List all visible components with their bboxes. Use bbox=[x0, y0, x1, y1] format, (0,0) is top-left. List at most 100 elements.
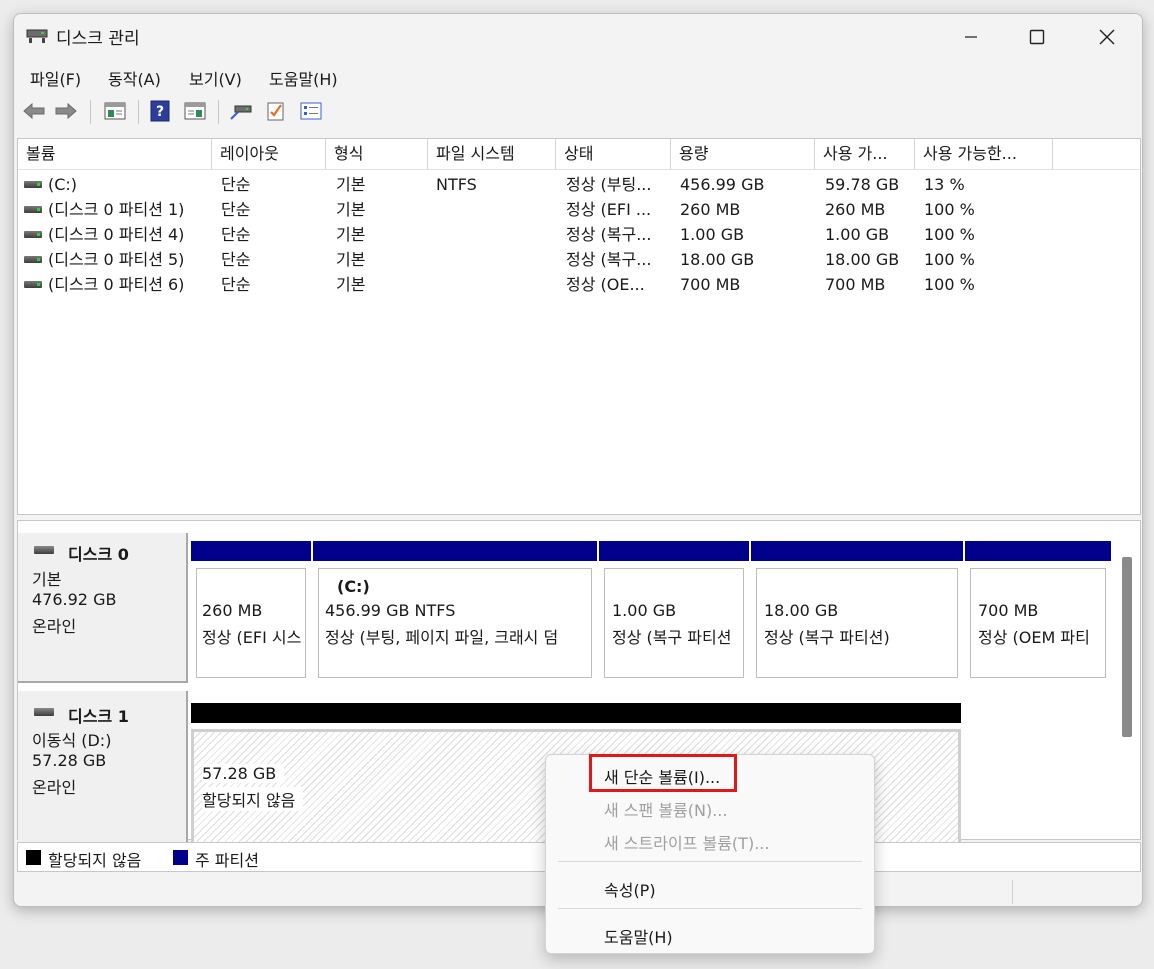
minimize-icon bbox=[965, 36, 977, 38]
menu-item-new-spanned-volume[interactable]: 새 스팬 볼륨(N)... bbox=[604, 797, 727, 821]
back-arrow-icon bbox=[23, 102, 45, 120]
column-header-type[interactable]: 형식 bbox=[326, 139, 428, 169]
partition-box: (C:) 456.99 GB NTFS 정상 (부팅, 페이지 파일, 크래시 … bbox=[318, 568, 592, 678]
list-header: 볼륨 레이아웃 형식 파일 시스템 상태 용량 사용 가... 사용 가능한..… bbox=[18, 139, 1140, 170]
partition-bar bbox=[751, 541, 963, 561]
legend-label-unallocated: 할당되지 않음 bbox=[48, 851, 142, 870]
disk-1-name: 디스크 1 bbox=[68, 707, 129, 726]
drive-icon bbox=[24, 231, 42, 238]
partition-box: 260 MB 정상 (EFI 시스 bbox=[196, 568, 306, 678]
connect-drive-button[interactable] bbox=[228, 98, 254, 124]
volume-name: (디스크 0 파티션 5) bbox=[48, 250, 185, 269]
context-menu: 새 단순 볼륨(I)... 새 스팬 볼륨(N)... 새 스트라이프 볼륨(T… bbox=[545, 754, 875, 954]
scrollbar-thumb[interactable] bbox=[1122, 557, 1132, 737]
partition-status: 정상 (복구 파티션 bbox=[612, 628, 732, 647]
column-header-free-space[interactable]: 사용 가... bbox=[815, 139, 915, 169]
check-button[interactable] bbox=[264, 98, 288, 124]
drive-icon bbox=[24, 256, 42, 263]
volume-layout: 단순 bbox=[221, 175, 251, 194]
menu-bar: 파일(F) 동작(A) 보기(V) 도움말(H) bbox=[14, 64, 1142, 90]
partition-label: (C:) bbox=[337, 577, 370, 596]
column-header-layout[interactable]: 레이아웃 bbox=[212, 139, 326, 169]
partition-bar bbox=[599, 541, 749, 561]
volume-layout: 단순 bbox=[221, 250, 251, 269]
volume-row[interactable]: (디스크 0 파티션 1) 단순 기본 정상 (EFI ... 260 MB 2… bbox=[18, 197, 1140, 222]
action-pane-icon bbox=[184, 102, 206, 120]
checklist-icon bbox=[267, 102, 284, 121]
volume-row[interactable]: (디스크 0 파티션 4) 단순 기본 정상 (복구... 1.00 GB 1.… bbox=[18, 222, 1140, 247]
menu-item-new-simple-volume[interactable]: 새 단순 볼륨(I)... bbox=[604, 764, 720, 788]
console-tree-button[interactable] bbox=[102, 98, 128, 124]
unallocated-status: 할당되지 않음 bbox=[202, 787, 304, 811]
volume-capacity: 456.99 GB bbox=[680, 175, 765, 194]
volume-row[interactable]: (디스크 0 파티션 5) 단순 기본 정상 (복구... 18.00 GB 1… bbox=[18, 247, 1140, 272]
menu-file[interactable]: 파일(F) bbox=[30, 66, 81, 90]
back-button[interactable] bbox=[22, 98, 46, 124]
action-pane-button[interactable] bbox=[182, 98, 208, 124]
partition-size: 18.00 GB bbox=[764, 601, 839, 620]
column-header-volume[interactable]: 볼륨 bbox=[18, 139, 212, 169]
volume-capacity: 260 MB bbox=[680, 200, 741, 219]
help-button[interactable]: ? bbox=[148, 98, 172, 124]
menu-action[interactable]: 동작(A) bbox=[108, 66, 161, 90]
volume-percent-free: 100 % bbox=[924, 250, 975, 269]
partition-recovery-2[interactable]: 18.00 GB 정상 (복구 파티션) bbox=[751, 541, 963, 683]
volume-row[interactable]: (C:) 단순 기본 NTFS 정상 (부팅... 456.99 GB 59.7… bbox=[18, 172, 1140, 197]
volume-type: 기본 bbox=[336, 250, 366, 269]
volume-free-space: 59.78 GB bbox=[825, 175, 900, 194]
column-header-capacity[interactable]: 용량 bbox=[671, 139, 815, 169]
svg-text:?: ? bbox=[156, 104, 164, 120]
column-header-percent-free[interactable]: 사용 가능한... bbox=[915, 139, 1053, 169]
toolbar-separator bbox=[90, 100, 91, 124]
partition-oem[interactable]: 700 MB 정상 (OEM 파티 bbox=[965, 541, 1111, 683]
drive-icon bbox=[24, 206, 42, 213]
volume-percent-free: 100 % bbox=[924, 200, 975, 219]
column-header-status[interactable]: 상태 bbox=[556, 139, 671, 169]
menu-help[interactable]: 도움말(H) bbox=[269, 66, 338, 90]
minimize-button[interactable] bbox=[948, 14, 994, 60]
disk-1-size: 57.28 GB bbox=[32, 751, 107, 770]
disk-0-info[interactable]: 디스크 0 기본 476.92 GB 온라인 bbox=[18, 533, 188, 683]
disk-icon bbox=[34, 546, 54, 554]
properties-list-button[interactable] bbox=[298, 98, 324, 124]
maximize-icon bbox=[1029, 29, 1045, 45]
vertical-scrollbar[interactable] bbox=[1120, 557, 1132, 737]
partition-size: 456.99 GB NTFS bbox=[325, 601, 456, 620]
window-title: 디스크 관리 bbox=[56, 29, 140, 49]
volume-status: 정상 (OE... bbox=[566, 275, 645, 294]
properties-list-icon bbox=[300, 102, 322, 120]
forward-arrow-icon bbox=[55, 102, 77, 120]
volume-name: (디스크 0 파티션 1) bbox=[48, 200, 185, 219]
volume-layout: 단순 bbox=[221, 225, 251, 244]
maximize-button[interactable] bbox=[1014, 14, 1060, 60]
partition-box: 1.00 GB 정상 (복구 파티션 bbox=[604, 568, 744, 678]
menu-separator bbox=[558, 908, 862, 909]
menu-view[interactable]: 보기(V) bbox=[189, 66, 242, 90]
partition-bar bbox=[313, 541, 597, 561]
volume-type: 기본 bbox=[336, 225, 366, 244]
partition-efi[interactable]: 260 MB 정상 (EFI 시스 bbox=[191, 541, 311, 683]
menu-item-properties[interactable]: 속성(P) bbox=[604, 877, 656, 901]
volume-layout: 단순 bbox=[221, 200, 251, 219]
partition-status: 정상 (OEM 파티 bbox=[978, 628, 1090, 647]
volume-percent-free: 13 % bbox=[924, 175, 965, 194]
volume-type: 기본 bbox=[336, 275, 366, 294]
menu-item-help[interactable]: 도움말(H) bbox=[604, 924, 673, 948]
disk-1-info[interactable]: 디스크 1 이동식 (D:) 57.28 GB 온라인 bbox=[18, 691, 188, 849]
volume-capacity: 1.00 GB bbox=[680, 225, 745, 244]
volume-row[interactable]: (디스크 0 파티션 6) 단순 기본 정상 (OE... 700 MB 700… bbox=[18, 272, 1140, 297]
column-header-filesystem[interactable]: 파일 시스템 bbox=[428, 139, 556, 169]
legend-swatch-unallocated bbox=[26, 850, 41, 865]
forward-button[interactable] bbox=[54, 98, 78, 124]
volume-capacity: 18.00 GB bbox=[680, 250, 755, 269]
menu-item-new-striped-volume[interactable]: 새 스트라이프 볼륨(T)... bbox=[604, 830, 769, 854]
partition-recovery-1[interactable]: 1.00 GB 정상 (복구 파티션 bbox=[599, 541, 749, 683]
volume-free-space: 260 MB bbox=[825, 200, 886, 219]
partition-size: 1.00 GB bbox=[612, 601, 677, 620]
toolbar-separator bbox=[138, 100, 139, 124]
volume-percent-free: 100 % bbox=[924, 275, 975, 294]
close-button[interactable] bbox=[1084, 14, 1130, 60]
legend-swatch-primary bbox=[173, 850, 188, 865]
partition-c[interactable]: (C:) 456.99 GB NTFS 정상 (부팅, 페이지 파일, 크래시 … bbox=[313, 541, 597, 683]
volume-name: (디스크 0 파티션 4) bbox=[48, 225, 185, 244]
